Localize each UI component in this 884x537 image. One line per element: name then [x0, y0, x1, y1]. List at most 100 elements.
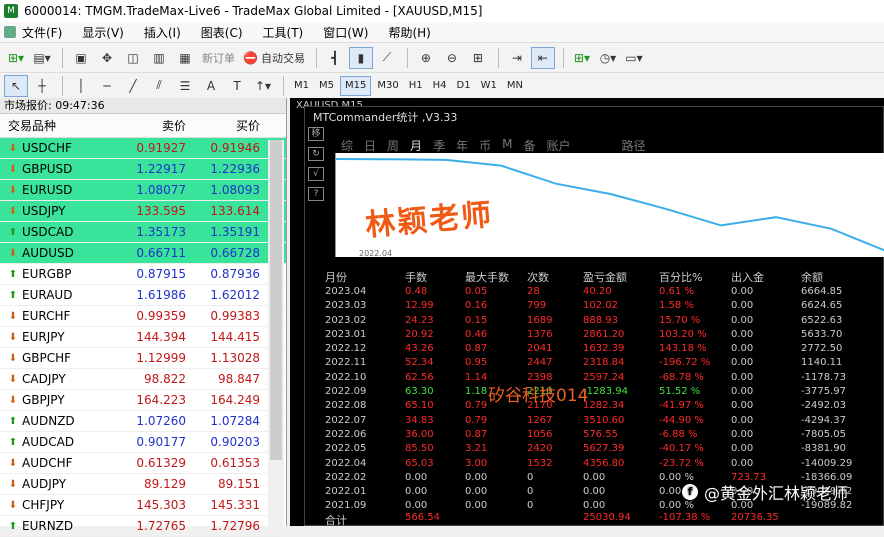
tf-W1[interactable]: W1 — [477, 76, 501, 96]
arrow-up-icon: ⬆ — [8, 436, 18, 448]
menu-insert[interactable]: 插入(I) — [144, 24, 181, 41]
market-row[interactable]: ⬇ GBPJPY 164.223 164.249 — [0, 390, 286, 411]
mtc-tab[interactable]: 日 — [364, 137, 376, 154]
stats-cell: 2022.05 — [325, 443, 367, 455]
market-row[interactable]: ⬇ AUDJPY 89.129 89.151 — [0, 474, 286, 495]
col-symbol[interactable]: 交易品种 — [0, 117, 114, 134]
mtc-tab[interactable]: 账户 — [546, 137, 570, 154]
label-icon[interactable]: T — [225, 75, 249, 97]
mtc-tab[interactable]: 季 — [433, 137, 445, 154]
new-chart-icon[interactable]: ⊞▾ — [4, 47, 28, 69]
symbol-cell: ⬆ USDCAD — [0, 225, 114, 239]
tf-M15[interactable]: M15 — [340, 75, 372, 96]
col-bid[interactable]: 卖价 — [114, 117, 190, 134]
menu-help[interactable]: 帮助(H) — [388, 24, 430, 41]
tile-windows-icon[interactable]: ⊞ — [466, 47, 490, 69]
symbol-cell: ⬇ EURUSD — [0, 183, 114, 197]
market-row[interactable]: ⬇ GBPUSD 1.22917 1.22936 — [0, 159, 286, 180]
market-watch-icon[interactable]: ▣ — [69, 47, 93, 69]
zoom-out-icon[interactable]: ⊖ — [440, 47, 464, 69]
tf-H1[interactable]: H1 — [405, 76, 427, 96]
chart-window[interactable]: XAUUSD,M15 MTCommander统计 ,V3.33 移 ↻ √ ? … — [290, 98, 884, 527]
bar-chart-icon[interactable]: ┫ — [323, 47, 347, 69]
navigator-icon[interactable]: ◫ — [121, 47, 145, 69]
market-row[interactable]: ⬆ AUDCAD 0.90177 0.90203 — [0, 432, 286, 453]
tf-D1[interactable]: D1 — [453, 76, 475, 96]
horizontal-line-icon[interactable]: ─ — [95, 75, 119, 97]
periods-icon[interactable]: ◷▾ — [596, 47, 620, 69]
stats-cell: 1140.11 — [801, 357, 843, 369]
stats-cell: 1056 — [527, 428, 553, 440]
tf-M5[interactable]: M5 — [315, 76, 338, 96]
menu-view[interactable]: 显示(V) — [82, 24, 124, 41]
profiles-icon[interactable]: ▤▾ — [30, 47, 54, 69]
crosshair-icon[interactable]: ┼ — [30, 75, 54, 97]
stats-cell: 6522.63 — [801, 314, 843, 326]
tf-M30[interactable]: M30 — [373, 76, 402, 96]
market-row[interactable]: ⬇ AUDUSD 0.66711 0.66728 — [0, 243, 286, 264]
market-watch-scrollbar[interactable] — [268, 140, 284, 526]
stats-cell: 0.00 — [731, 457, 754, 469]
arrows-icon[interactable]: ↑▾ — [251, 75, 275, 97]
mtc-tab[interactable]: 备 — [523, 137, 535, 154]
mtc-tab[interactable]: M — [502, 137, 512, 154]
tf-MN[interactable]: MN — [503, 76, 527, 96]
indicators-icon[interactable]: ⊞▾ — [570, 47, 594, 69]
side-move-icon[interactable]: 移 — [308, 127, 324, 141]
data-window-icon[interactable]: ✥ — [95, 47, 119, 69]
auto-scroll-icon[interactable]: ⇥ — [505, 47, 529, 69]
mtc-tab[interactable]: 周 — [387, 137, 399, 154]
mtc-tab[interactable]: 月 — [410, 137, 422, 154]
auto-trading-icon: ⛔ — [243, 50, 258, 65]
market-row[interactable]: ⬇ GBPCHF 1.12999 1.13028 — [0, 348, 286, 369]
terminal-icon[interactable]: ▥ — [147, 47, 171, 69]
market-row[interactable]: ⬇ EURJPY 144.394 144.415 — [0, 327, 286, 348]
market-row[interactable]: ⬆ EURGBP 0.87915 0.87936 — [0, 264, 286, 285]
market-row[interactable]: ⬇ USDJPY 133.595 133.614 — [0, 201, 286, 222]
side-help-icon[interactable]: ? — [308, 187, 324, 201]
menu-window[interactable]: 窗口(W) — [323, 24, 368, 41]
stats-cell: 799 — [527, 300, 547, 312]
market-row[interactable]: ⬇ USDCHF 0.91927 0.91946 — [0, 138, 286, 159]
new-order-button[interactable]: 新订单 — [199, 47, 238, 69]
col-ask[interactable]: 买价 — [190, 117, 264, 134]
chart-shift-icon[interactable]: ⇤ — [530, 46, 555, 69]
zoom-in-icon[interactable]: ⊕ — [414, 47, 438, 69]
menu-charts[interactable]: 图表(C) — [201, 24, 243, 41]
tf-M1[interactable]: M1 — [290, 76, 313, 96]
mtc-tab[interactable]: 年 — [456, 137, 468, 154]
market-row[interactable]: ⬇ AUDCHF 0.61329 0.61353 — [0, 453, 286, 474]
side-chart-icon[interactable]: √ — [308, 167, 324, 181]
market-row[interactable]: ⬇ CADJPY 98.822 98.847 — [0, 369, 286, 390]
market-row[interactable]: ⬇ CHFJPY 145.303 145.331 — [0, 495, 286, 516]
trendline-icon[interactable]: ╱ — [121, 75, 145, 97]
ask-cell: 1.07284 — [210, 414, 260, 428]
market-row[interactable]: ⬆ EURAUD 1.61986 1.62012 — [0, 285, 286, 306]
market-row[interactable]: ⬆ AUDNZD 1.07260 1.07284 — [0, 411, 286, 432]
cursor-icon[interactable]: ↖ — [4, 74, 28, 97]
auto-trading-button[interactable]: ⛔ 自动交易 — [240, 47, 308, 69]
market-row[interactable]: ⬆ USDCAD 1.35173 1.35191 — [0, 222, 286, 243]
text-icon[interactable]: A — [199, 75, 223, 97]
mtc-path-tab[interactable]: 路径 — [622, 137, 646, 154]
market-row[interactable]: ⬇ EURUSD 1.08077 1.08093 — [0, 180, 286, 201]
market-row[interactable]: ⬆ EURNZD 1.72765 1.72796 — [0, 516, 286, 537]
strategy-tester-icon[interactable]: ▦ — [173, 47, 197, 69]
menu-tools[interactable]: 工具(T) — [263, 24, 304, 41]
stats-cell: 28 — [527, 286, 540, 297]
menu-app-icon[interactable] — [4, 26, 16, 38]
tf-H4[interactable]: H4 — [429, 76, 451, 96]
channel-icon[interactable]: ⫽ — [147, 75, 171, 97]
vertical-line-icon[interactable]: │ — [69, 75, 93, 97]
candlestick-icon[interactable]: ▮ — [348, 46, 373, 69]
menu-file[interactable]: 文件(F) — [22, 24, 62, 41]
mtc-tab[interactable]: 币 — [479, 137, 491, 154]
templates-icon[interactable]: ▭▾ — [622, 47, 646, 69]
arrow-down-icon: ⬇ — [8, 184, 18, 196]
scroll-thumb[interactable] — [270, 140, 282, 460]
side-refresh-icon[interactable]: ↻ — [308, 147, 324, 161]
line-chart-icon[interactable]: ⟋ — [375, 47, 399, 69]
mtc-tab[interactable]: 综 — [341, 137, 353, 154]
fibonacci-icon[interactable]: ☰ — [173, 75, 197, 97]
market-row[interactable]: ⬇ EURCHF 0.99359 0.99383 — [0, 306, 286, 327]
